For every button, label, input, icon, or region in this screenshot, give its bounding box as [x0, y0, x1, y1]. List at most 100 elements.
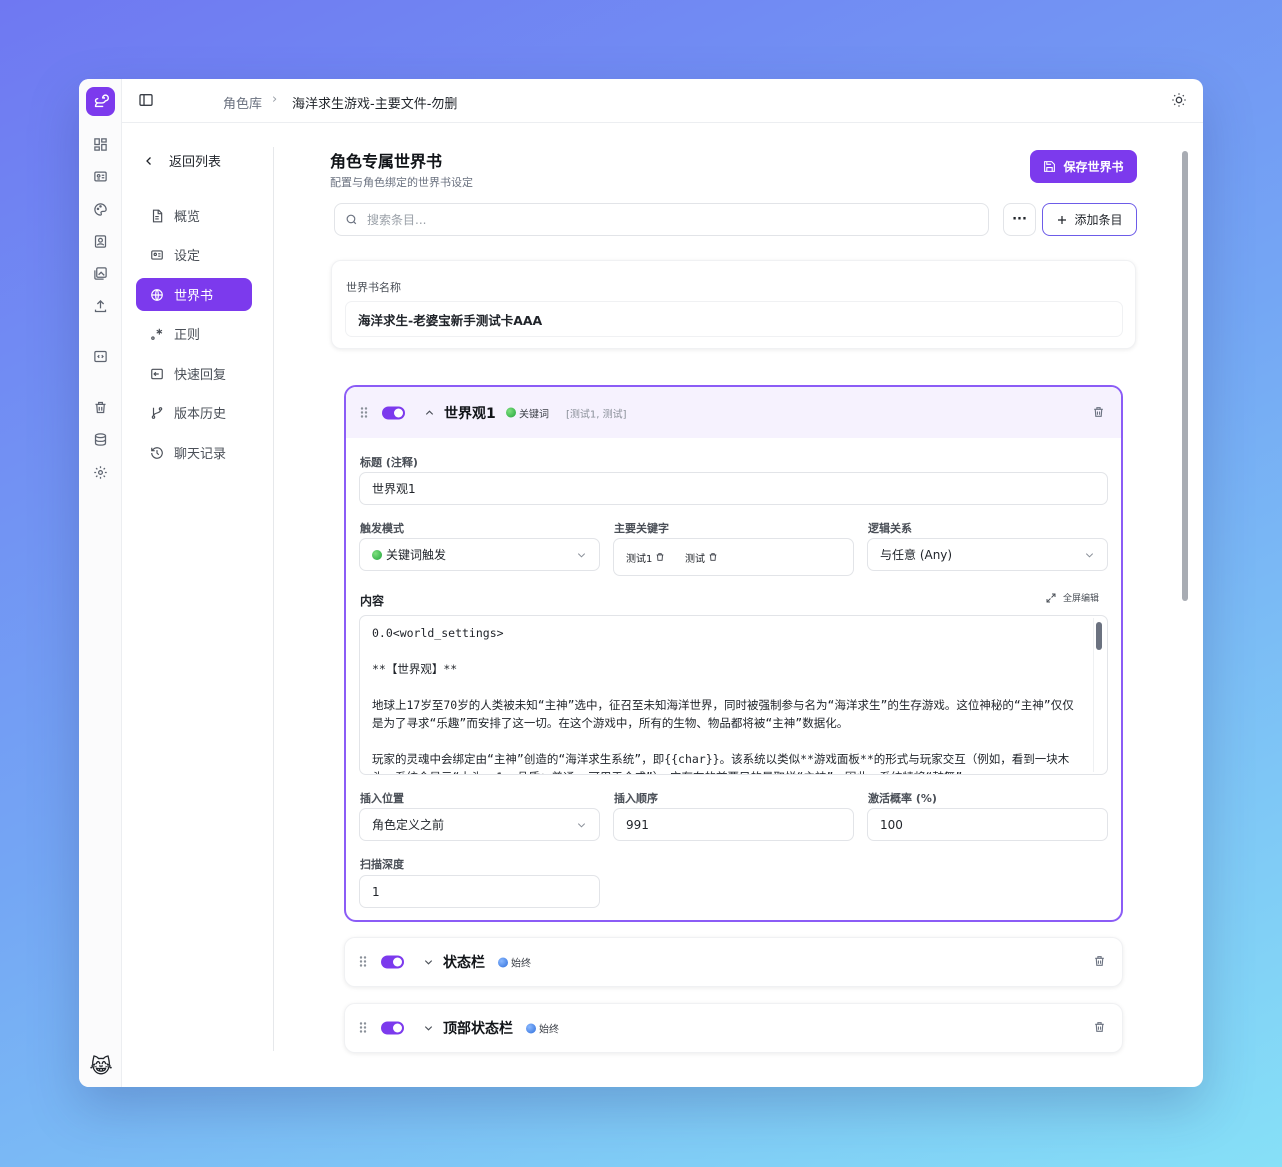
nav-item-regex[interactable]: 正则 — [136, 317, 252, 350]
page-title: 角色专属世界书 — [330, 152, 443, 171]
entry-title: 顶部状态栏 — [443, 1021, 513, 1037]
dashboard-icon[interactable] — [92, 136, 109, 153]
drag-handle-icon[interactable] — [359, 1019, 367, 1038]
logic-select[interactable]: 与任意 (Any) — [867, 538, 1108, 571]
trigger-mode-value: 关键词触发 — [386, 548, 447, 562]
nav-item-settings[interactable]: 设定 — [136, 238, 252, 271]
chevron-down-icon[interactable] — [423, 1019, 434, 1038]
blue-dot-icon — [526, 1023, 536, 1033]
add-entry-button[interactable]: 添加条目 — [1042, 203, 1137, 236]
worldbook-name-field[interactable]: 海洋求生-老婆宝新手测试卡AAA — [345, 301, 1123, 337]
code-icon[interactable] — [92, 348, 109, 365]
back-to-list-button[interactable]: 返回列表 — [143, 151, 221, 170]
gallery-icon[interactable] — [92, 265, 109, 282]
history-icon — [151, 446, 163, 459]
worldbook-name-label: 世界书名称 — [346, 281, 401, 294]
entry-enabled-toggle[interactable] — [382, 406, 405, 419]
entry-card-collapsed[interactable]: 顶部状态栏 始终 — [344, 1003, 1123, 1053]
git-branch-icon — [151, 406, 163, 419]
green-dot-icon — [506, 407, 516, 418]
nav-item-label: 正则 — [174, 328, 201, 343]
globe-icon — [151, 288, 163, 301]
regex-icon — [151, 328, 163, 340]
drag-handle-icon[interactable] — [360, 403, 368, 422]
chevron-down-icon — [577, 822, 586, 828]
probability-label: 激活概率 (%) — [868, 792, 937, 805]
scan-depth-input[interactable]: 1 — [359, 875, 600, 908]
nav-item-worldbook[interactable]: 世界书 — [136, 278, 252, 311]
entry-enabled-toggle[interactable] — [381, 1021, 404, 1035]
badge-label: 关键词 — [519, 409, 549, 420]
trash-icon[interactable] — [1092, 403, 1105, 422]
drag-handle-icon[interactable] — [359, 953, 367, 972]
entry-card-collapsed[interactable]: 状态栏 始终 — [344, 937, 1123, 987]
search-input[interactable] — [367, 212, 947, 227]
title-input[interactable]: 世界观1 — [359, 472, 1108, 505]
primary-keys-label: 主要关键字 — [614, 522, 669, 535]
icon-rail: 😹 — [79, 79, 122, 1087]
user-avatar[interactable]: 😹 — [88, 1053, 114, 1079]
entry-enabled-toggle[interactable] — [381, 955, 404, 969]
sidebar-toggle-icon[interactable] — [138, 92, 156, 110]
nav-item-label: 快速回复 — [174, 368, 227, 383]
position-select[interactable]: 角色定义之前 — [359, 808, 600, 841]
chevron-down-icon — [577, 552, 586, 558]
title-value: 世界观1 — [372, 482, 416, 496]
chevron-left-icon — [146, 156, 151, 165]
content-text: 0.0<world_settings> **【世界观】** 地球上17岁至70岁… — [372, 626, 1074, 774]
search-box — [334, 203, 989, 236]
content-textarea[interactable]: 0.0<world_settings> **【世界观】** 地球上17岁至70岁… — [359, 615, 1108, 775]
main-scrollbar[interactable] — [1182, 151, 1188, 601]
trash-icon[interactable] — [92, 399, 109, 416]
scan-depth-value: 1 — [372, 884, 380, 899]
position-label: 插入位置 — [360, 792, 404, 805]
plus-icon — [1058, 215, 1067, 224]
trash-icon[interactable] — [1093, 1019, 1106, 1038]
content-scrollbar[interactable] — [1096, 622, 1102, 650]
nav-item-label: 版本历史 — [174, 407, 227, 422]
app-logo[interactable] — [86, 87, 115, 116]
palette-icon[interactable] — [92, 201, 109, 218]
sun-icon[interactable] — [1171, 92, 1189, 110]
app-window: 😹 角色库 › 海洋求生游戏-主要文件-勿删 返回列表 概览 设定 世界书 正则… — [79, 79, 1203, 1087]
nav-item-version-history[interactable]: 版本历史 — [136, 396, 252, 429]
nav-item-overview[interactable]: 概览 — [136, 199, 252, 232]
gear-icon[interactable] — [92, 464, 109, 481]
entry-header[interactable]: 世界观1 关键词 [测试1, 测试] — [346, 387, 1121, 438]
scan-depth-label: 扫描深度 — [360, 858, 404, 871]
breadcrumb-root[interactable]: 角色库 — [223, 93, 262, 112]
file-icon — [152, 209, 163, 222]
chevron-down-icon[interactable] — [423, 953, 434, 972]
trash-icon[interactable] — [655, 552, 665, 562]
probability-input[interactable]: 100 — [867, 808, 1108, 841]
fullscreen-edit-button[interactable]: 全屏编辑 — [1045, 591, 1099, 604]
probability-value: 100 — [880, 817, 903, 832]
keyword-tag: 测试1 — [622, 547, 669, 567]
primary-keys-input[interactable]: 测试1 测试 — [613, 538, 854, 576]
more-options-button[interactable]: ··· — [1003, 203, 1036, 236]
green-dot-icon — [372, 549, 382, 560]
chevron-up-icon[interactable] — [424, 403, 435, 422]
upload-icon[interactable] — [92, 298, 109, 315]
nav-item-chat-history[interactable]: 聊天记录 — [136, 436, 252, 469]
worldbook-name-card: 世界书名称 海洋求生-老婆宝新手测试卡AAA — [331, 260, 1136, 349]
save-label: 保存世界书 — [1063, 160, 1124, 174]
search-icon — [346, 214, 357, 225]
trash-icon[interactable] — [708, 552, 718, 562]
trigger-mode-select[interactable]: 关键词触发 — [359, 538, 600, 571]
trash-icon[interactable] — [1093, 953, 1106, 972]
nav-item-label: 聊天记录 — [174, 447, 227, 462]
title-label: 标题 (注释) — [360, 456, 418, 469]
nav-divider — [273, 147, 274, 1051]
logic-label: 逻辑关系 — [868, 522, 912, 535]
page-subtitle: 配置与角色绑定的世界书设定 — [330, 176, 473, 189]
nav-item-quick-reply[interactable]: 快速回复 — [136, 357, 252, 390]
id-card-icon[interactable] — [92, 168, 109, 185]
badge-label: 始终 — [539, 1024, 559, 1036]
contact-book-icon[interactable] — [92, 233, 109, 250]
save-worldbook-button[interactable]: 保存世界书 — [1030, 150, 1137, 183]
order-input[interactable]: 991 — [613, 808, 854, 841]
position-value: 角色定义之前 — [372, 818, 445, 832]
worldbook-name-value: 海洋求生-老婆宝新手测试卡AAA — [358, 312, 543, 328]
database-icon[interactable] — [92, 431, 109, 448]
